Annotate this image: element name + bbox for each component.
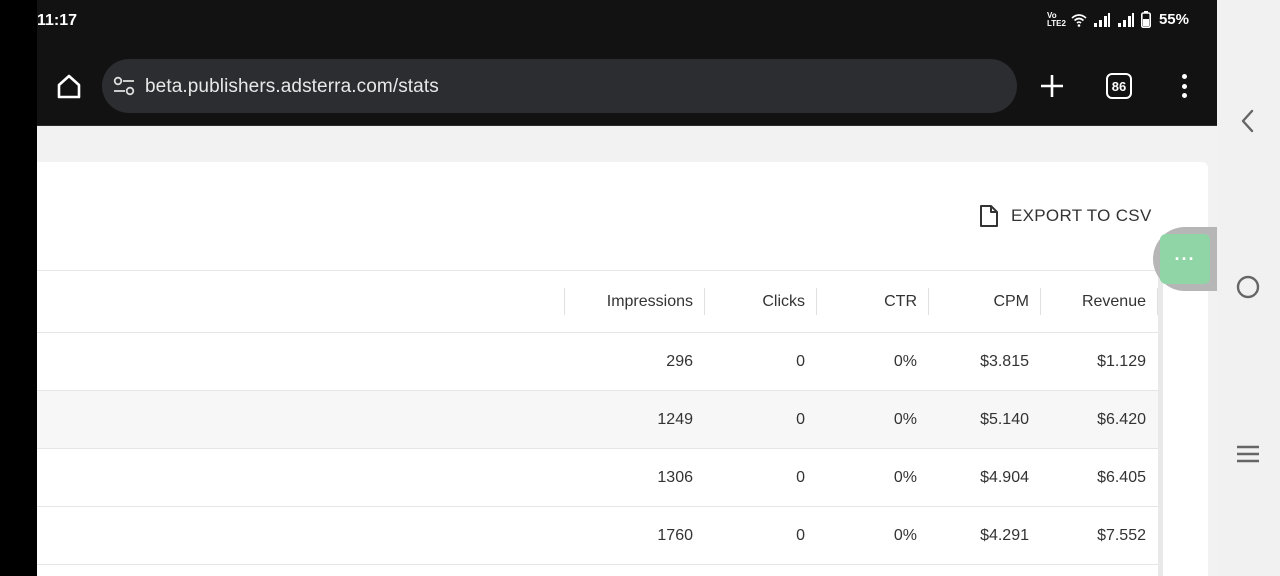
plus-icon	[1041, 75, 1063, 97]
clicks-cell: 0	[796, 410, 805, 428]
address-bar[interactable]: beta.publishers.adsterra.com/stats	[102, 59, 1017, 113]
ctr-cell: 0%	[893, 468, 917, 486]
impressions-cell: 1760	[657, 526, 693, 544]
column-header-impressions[interactable]: Impressions	[564, 271, 693, 332]
revenue-cell: $7.552	[1097, 526, 1146, 544]
status-bar: 11:17 Vo LTE2 55%	[37, 0, 1217, 44]
document-icon	[980, 205, 998, 227]
nav-back-button[interactable]	[1233, 106, 1263, 136]
column-header-revenue[interactable]: Revenue	[1040, 271, 1146, 332]
more-horiz-icon[interactable]: ···	[1160, 234, 1210, 284]
volte-icon: Vo LTE2	[1046, 10, 1066, 28]
impressions-cell: 1306	[657, 468, 693, 486]
cpm-cell: $5.140	[980, 410, 1029, 428]
ctr-cell: 0%	[893, 526, 917, 544]
battery-icon	[1140, 11, 1151, 28]
revenue-cell: $6.405	[1097, 468, 1146, 486]
nav-recents-button[interactable]	[1233, 439, 1263, 469]
home-icon	[57, 74, 81, 99]
table-row: 1306 0 0% $4.904 $6.405	[37, 449, 1158, 507]
system-nav-bar	[1217, 0, 1280, 576]
revenue-cell: $6.420	[1097, 410, 1146, 428]
cpm-cell: $3.815	[980, 352, 1029, 370]
impressions-cell: 1249	[657, 410, 693, 428]
status-icons: Vo LTE2 55%	[1047, 11, 1189, 28]
stats-card: EXPORT TO CSV Impressions Clicks CTR CPM…	[37, 162, 1208, 576]
table-scrollbar[interactable]	[1158, 271, 1163, 576]
signal-icon-2	[1117, 12, 1134, 27]
table-row: 1760 0 0% $4.291 $7.552	[37, 507, 1158, 565]
battery-percent: 55%	[1158, 11, 1189, 28]
new-tab-button[interactable]	[1037, 71, 1067, 101]
column-header-clicks[interactable]: Clicks	[704, 271, 805, 332]
clicks-cell: 0	[796, 526, 805, 544]
wifi-icon	[1071, 13, 1087, 27]
clicks-cell: 0	[796, 352, 805, 370]
chevron-left-icon	[1241, 109, 1254, 133]
circle-icon	[1236, 275, 1260, 299]
revenue-cell: $1.129	[1097, 352, 1146, 370]
left-edge	[0, 0, 37, 576]
url-text[interactable]: beta.publishers.adsterra.com/stats	[145, 76, 439, 98]
menu-lines-icon	[1237, 445, 1259, 463]
home-button[interactable]	[53, 70, 85, 102]
table-row: 296 0 0% $3.815 $1.129	[37, 333, 1158, 391]
cpm-cell: $4.904	[980, 468, 1029, 486]
column-header-ctr[interactable]: CTR	[816, 271, 917, 332]
ctr-cell: 0%	[893, 410, 917, 428]
more-vert-icon[interactable]	[1177, 71, 1191, 101]
tune-icon[interactable]	[112, 75, 136, 97]
ctr-cell: 0%	[893, 352, 917, 370]
nav-home-button[interactable]	[1233, 272, 1263, 302]
column-header-cpm[interactable]: CPM	[928, 271, 1029, 332]
export-label: EXPORT TO CSV	[1011, 206, 1152, 225]
table-header-row: Impressions Clicks CTR CPM Revenue	[37, 271, 1158, 333]
browser-toolbar: beta.publishers.adsterra.com/stats 86	[37, 44, 1217, 126]
tab-switcher-button[interactable]: 86	[1106, 73, 1132, 99]
cpm-cell: $4.291	[980, 526, 1029, 544]
table-row: 1249 0 0% $5.140 $6.420	[37, 391, 1158, 449]
stats-page: EXPORT TO CSV Impressions Clicks CTR CPM…	[37, 126, 1217, 576]
floating-chat-button[interactable]: ···	[1153, 227, 1217, 291]
signal-icon	[1093, 12, 1110, 27]
export-csv-button[interactable]: EXPORT TO CSV	[979, 204, 1152, 228]
clicks-cell: 0	[796, 468, 805, 486]
status-time: 11:17	[37, 12, 78, 29]
impressions-cell: 296	[666, 352, 693, 370]
